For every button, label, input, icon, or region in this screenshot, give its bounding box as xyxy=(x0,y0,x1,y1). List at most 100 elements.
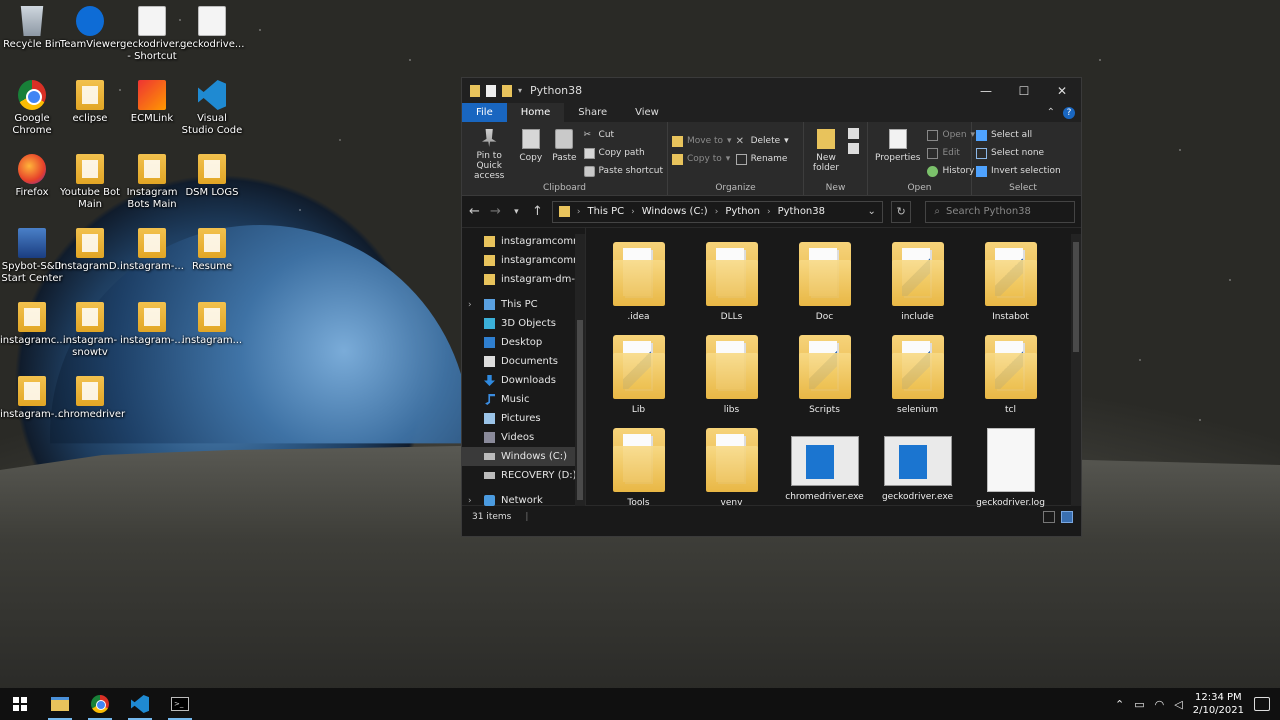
search-box[interactable]: ⌕ Search Python38 xyxy=(925,200,1075,223)
breadcrumb-python38[interactable]: Python38 xyxy=(778,206,825,217)
minimize-button[interactable]: — xyxy=(967,84,1005,98)
desktop-icon-instagram-1[interactable]: instagram-... xyxy=(120,228,184,273)
nav-item-documents[interactable]: Documents xyxy=(462,352,585,371)
desktop-icon-instagram-4[interactable]: instagram-... xyxy=(0,376,64,421)
wifi-icon[interactable]: ◠ xyxy=(1155,698,1165,711)
desktop-icon-geckodriver-shortcut[interactable]: geckodriver... - Shortcut xyxy=(120,6,188,63)
nav-item-pictures[interactable]: Pictures xyxy=(462,409,585,428)
breadcrumb-this-pc[interactable]: This PC xyxy=(587,206,624,217)
desktop-icon-instagramc[interactable]: instagramc... xyxy=(0,302,66,347)
move-to-button[interactable]: Move to ▾ xyxy=(672,134,732,148)
chevron-right-icon[interactable]: › xyxy=(577,207,581,217)
desktop-icon-instagram-2[interactable]: instagram-... xyxy=(120,302,184,347)
scrollbar-thumb[interactable] xyxy=(577,320,583,500)
taskbar-vscode[interactable] xyxy=(120,688,160,720)
file-item-selenium[interactable]: selenium xyxy=(871,329,964,422)
file-item-dlls[interactable]: DLLs xyxy=(685,236,778,329)
properties-button[interactable]: Properties xyxy=(872,126,923,181)
maximize-button[interactable]: ☐ xyxy=(1005,84,1043,98)
title-bar[interactable]: ▾ Python38 — ☐ ✕ xyxy=(462,78,1081,103)
tab-file[interactable]: File xyxy=(462,103,507,122)
new-item-icon[interactable] xyxy=(848,128,859,139)
select-all-button[interactable]: Select all xyxy=(976,128,1061,142)
expand-chevron-icon[interactable]: › xyxy=(468,300,478,310)
file-item-instabot[interactable]: Instabot xyxy=(964,236,1057,329)
nav-item-videos[interactable]: Videos xyxy=(462,428,585,447)
desktop-icon-dsm-logs[interactable]: DSM LOGS xyxy=(180,154,244,199)
paste-button[interactable]: Paste xyxy=(549,126,579,181)
paste-shortcut-button[interactable]: Paste shortcut xyxy=(583,164,663,178)
nav-item-downloads[interactable]: Downloads xyxy=(462,371,585,390)
file-item-scripts[interactable]: Scripts xyxy=(778,329,871,422)
copy-to-button[interactable]: Copy to ▾ xyxy=(672,152,732,166)
file-item-doc[interactable]: Doc xyxy=(778,236,871,329)
chevron-right-icon[interactable]: › xyxy=(715,207,719,217)
forward-arrow-icon[interactable]: → xyxy=(489,204,502,219)
help-icon[interactable]: ? xyxy=(1063,106,1075,119)
tab-share[interactable]: Share xyxy=(564,103,621,122)
copy-path-button[interactable]: Copy path xyxy=(583,146,663,160)
close-button[interactable]: ✕ xyxy=(1043,84,1081,98)
nav-item-network[interactable]: › Network xyxy=(462,491,585,510)
file-item-tcl[interactable]: tcl xyxy=(964,329,1057,422)
file-item-tools[interactable]: Tools xyxy=(592,422,685,515)
desktop-icon-geckodriver[interactable]: geckodrive... xyxy=(180,6,244,51)
up-arrow-icon[interactable]: ↑ xyxy=(531,204,544,219)
chevron-down-icon[interactable]: ⌄ xyxy=(867,206,875,217)
file-item-geckodriver-exe[interactable]: geckodriver.exe xyxy=(871,422,964,515)
action-center-icon[interactable] xyxy=(1254,697,1270,711)
recent-locations-chevron-icon[interactable]: ▾ xyxy=(510,207,523,217)
desktop-icon-instagramd[interactable]: InstagramD... xyxy=(58,228,126,273)
desktop-icon-recycle-bin[interactable]: Recycle Bin xyxy=(0,6,64,51)
tab-home[interactable]: Home xyxy=(506,103,565,122)
rename-button[interactable]: Rename xyxy=(735,152,789,166)
address-bar[interactable]: › This PC › Windows (C:) › Python › Pyth… xyxy=(551,200,883,223)
taskbar-command-prompt[interactable]: >_ xyxy=(160,688,200,720)
battery-icon[interactable]: ▭ xyxy=(1134,698,1144,711)
chevron-down-icon[interactable]: ▾ xyxy=(518,86,522,95)
file-item-libs[interactable]: libs xyxy=(685,329,778,422)
taskbar-file-explorer[interactable] xyxy=(40,688,80,720)
desktop-icon-eclipse[interactable]: eclipse xyxy=(58,80,122,125)
file-item-include[interactable]: include xyxy=(871,236,964,329)
clock[interactable]: 12:34 PM 2/10/2021 xyxy=(1193,691,1244,717)
desktop-icon-ecmlink[interactable]: ECMLink xyxy=(120,80,184,125)
nav-item-windows-c[interactable]: Windows (C:) xyxy=(462,447,585,466)
collapse-ribbon-icon[interactable]: ⌃ xyxy=(1047,107,1055,118)
nav-item-instagram-dm[interactable]: instagram-dm-b xyxy=(462,270,585,289)
copy-button[interactable]: Copy xyxy=(516,126,545,181)
breadcrumb-python[interactable]: Python xyxy=(725,206,760,217)
nav-item-music[interactable]: Music xyxy=(462,390,585,409)
delete-button[interactable]: ✕ Delete ▾ xyxy=(736,134,789,148)
desktop-icon-chromedriver[interactable]: chromedriver xyxy=(58,376,125,421)
desktop-icon-instagram-snowtv[interactable]: instagram-snowtv xyxy=(58,302,122,359)
refresh-icon[interactable]: ↻ xyxy=(890,200,912,223)
file-item-idea[interactable]: .idea xyxy=(592,236,685,329)
desktop-icon-vscode[interactable]: Visual Studio Code xyxy=(180,80,244,137)
file-item-geckodriver-log[interactable]: geckodriver.log xyxy=(964,422,1057,515)
scrollbar-thumb[interactable] xyxy=(1073,242,1079,352)
desktop-icon-instagram-3[interactable]: instagram... xyxy=(180,302,244,347)
desktop-icon-teamviewer[interactable]: TeamViewer xyxy=(58,6,122,51)
file-list-scrollbar[interactable] xyxy=(1071,234,1081,506)
file-item-venv[interactable]: venv xyxy=(685,422,778,515)
breadcrumb-windows-c[interactable]: Windows (C:) xyxy=(642,206,708,217)
edit-button[interactable]: Edit xyxy=(927,146,975,160)
desktop-icon-spybot[interactable]: Spybot-S&D Start Center xyxy=(0,228,64,285)
history-button[interactable]: History xyxy=(927,164,975,178)
desktop-icon-instagram-bots[interactable]: Instagram Bots Main xyxy=(120,154,184,211)
nav-pane-scrollbar[interactable] xyxy=(575,234,585,506)
invert-selection-button[interactable]: Invert selection xyxy=(976,164,1061,178)
nav-item-instagramcomm-2[interactable]: instagramcomm xyxy=(462,251,585,270)
volume-icon[interactable]: ◁ xyxy=(1174,698,1182,711)
pin-quick-access-button[interactable]: Pin to Quick access xyxy=(466,126,512,181)
new-folder-quick-icon[interactable] xyxy=(502,84,512,97)
nav-item-this-pc[interactable]: › This PC xyxy=(462,295,585,314)
chevron-right-icon[interactable]: › xyxy=(631,207,635,217)
chevron-right-icon[interactable]: › xyxy=(767,207,771,217)
tab-view[interactable]: View xyxy=(621,103,673,122)
desktop-icon-firefox[interactable]: Firefox xyxy=(0,154,64,199)
taskbar-chrome[interactable] xyxy=(80,688,120,720)
open-button[interactable]: Open ▾ xyxy=(927,128,975,142)
file-item-lib[interactable]: Lib xyxy=(592,329,685,422)
